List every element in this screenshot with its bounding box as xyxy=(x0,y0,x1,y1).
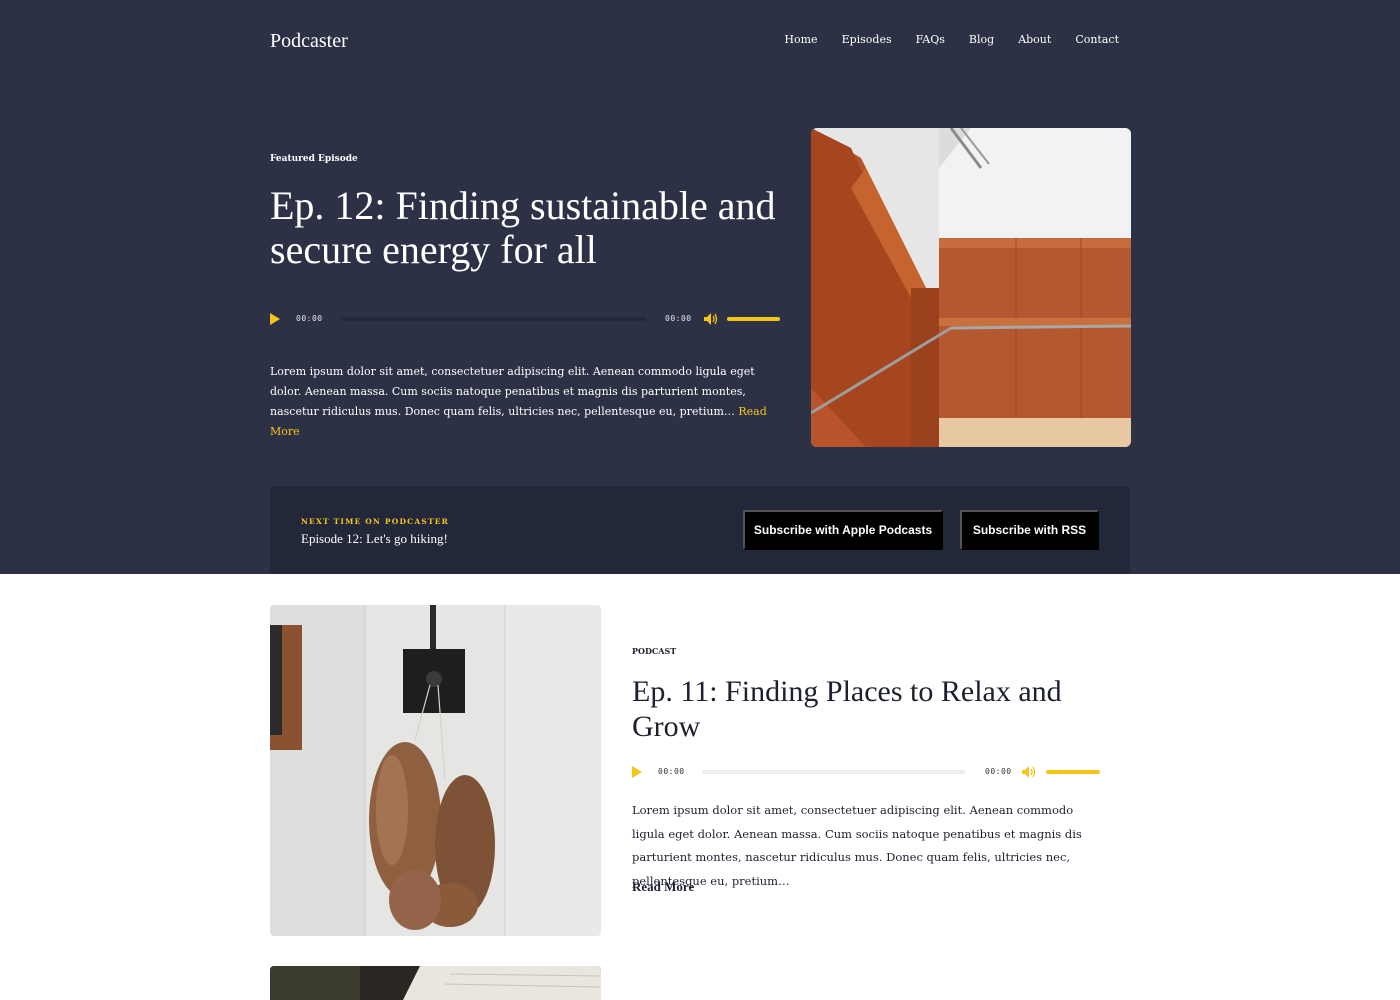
staircase-photo xyxy=(811,128,1131,447)
current-time: 00:00 xyxy=(658,767,685,776)
nav-episodes[interactable]: Episodes xyxy=(842,32,892,48)
play-icon[interactable] xyxy=(270,313,280,325)
nav-faqs[interactable]: FAQs xyxy=(916,32,945,48)
volume-icon[interactable] xyxy=(1022,766,1036,778)
volume-slider[interactable] xyxy=(1046,770,1100,774)
book-photo xyxy=(270,966,601,1000)
volume-slider[interactable] xyxy=(727,317,780,321)
post-category[interactable]: PODCAST xyxy=(632,646,676,656)
next-label: NEXT TIME ON PODCASTER xyxy=(301,517,450,526)
next-episode-title: Episode 12: Let's go hiking! xyxy=(301,531,448,546)
subscribe-apple-button[interactable]: Subscribe with Apple Podcasts xyxy=(743,510,943,550)
featured-title[interactable]: Ep. 12: Finding sustainable and secure e… xyxy=(270,184,810,272)
nav-contact[interactable]: Contact xyxy=(1075,32,1119,48)
duration-time: 00:00 xyxy=(985,767,1012,776)
boxing-gloves-photo xyxy=(270,605,601,936)
progress-track[interactable] xyxy=(702,770,965,774)
next-episode-panel: NEXT TIME ON PODCASTER Episode 12: Let's… xyxy=(270,486,1130,574)
volume-icon[interactable] xyxy=(704,313,718,325)
next-post-image[interactable] xyxy=(270,966,601,1000)
post-title[interactable]: Ep. 11: Finding Places to Relax and Grow xyxy=(632,674,1102,744)
featured-excerpt-text: Lorem ipsum dolor sit amet, consectetuer… xyxy=(270,365,755,418)
featured-kicker: Featured Episode xyxy=(270,154,358,164)
current-time: 00:00 xyxy=(296,314,323,323)
site-header: Podcaster Home Episodes FAQs Blog About … xyxy=(270,28,1130,54)
hero-section: Podcaster Home Episodes FAQs Blog About … xyxy=(0,0,1400,574)
progress-track[interactable] xyxy=(340,317,646,321)
nav-home[interactable]: Home xyxy=(784,32,817,48)
nav-about[interactable]: About xyxy=(1018,32,1051,48)
post-read-more-link[interactable]: Read More xyxy=(632,879,694,895)
site-brand[interactable]: Podcaster xyxy=(270,28,348,54)
post-audio-player: 00:00 00:00 xyxy=(632,764,1100,780)
post-image[interactable] xyxy=(270,605,601,936)
subscribe-rss-button[interactable]: Subscribe with RSS xyxy=(960,510,1099,550)
post-excerpt: Lorem ipsum dolor sit amet, consectetuer… xyxy=(632,803,1082,888)
nav-blog[interactable]: Blog xyxy=(969,32,994,48)
main-nav: Home Episodes FAQs Blog About Contact xyxy=(784,32,1119,48)
duration-time: 00:00 xyxy=(665,314,692,323)
featured-excerpt: Lorem ipsum dolor sit amet, consectetuer… xyxy=(270,362,782,442)
play-icon[interactable] xyxy=(632,766,642,778)
featured-audio-player: 00:00 00:00 xyxy=(270,311,780,327)
featured-image[interactable] xyxy=(811,128,1131,447)
